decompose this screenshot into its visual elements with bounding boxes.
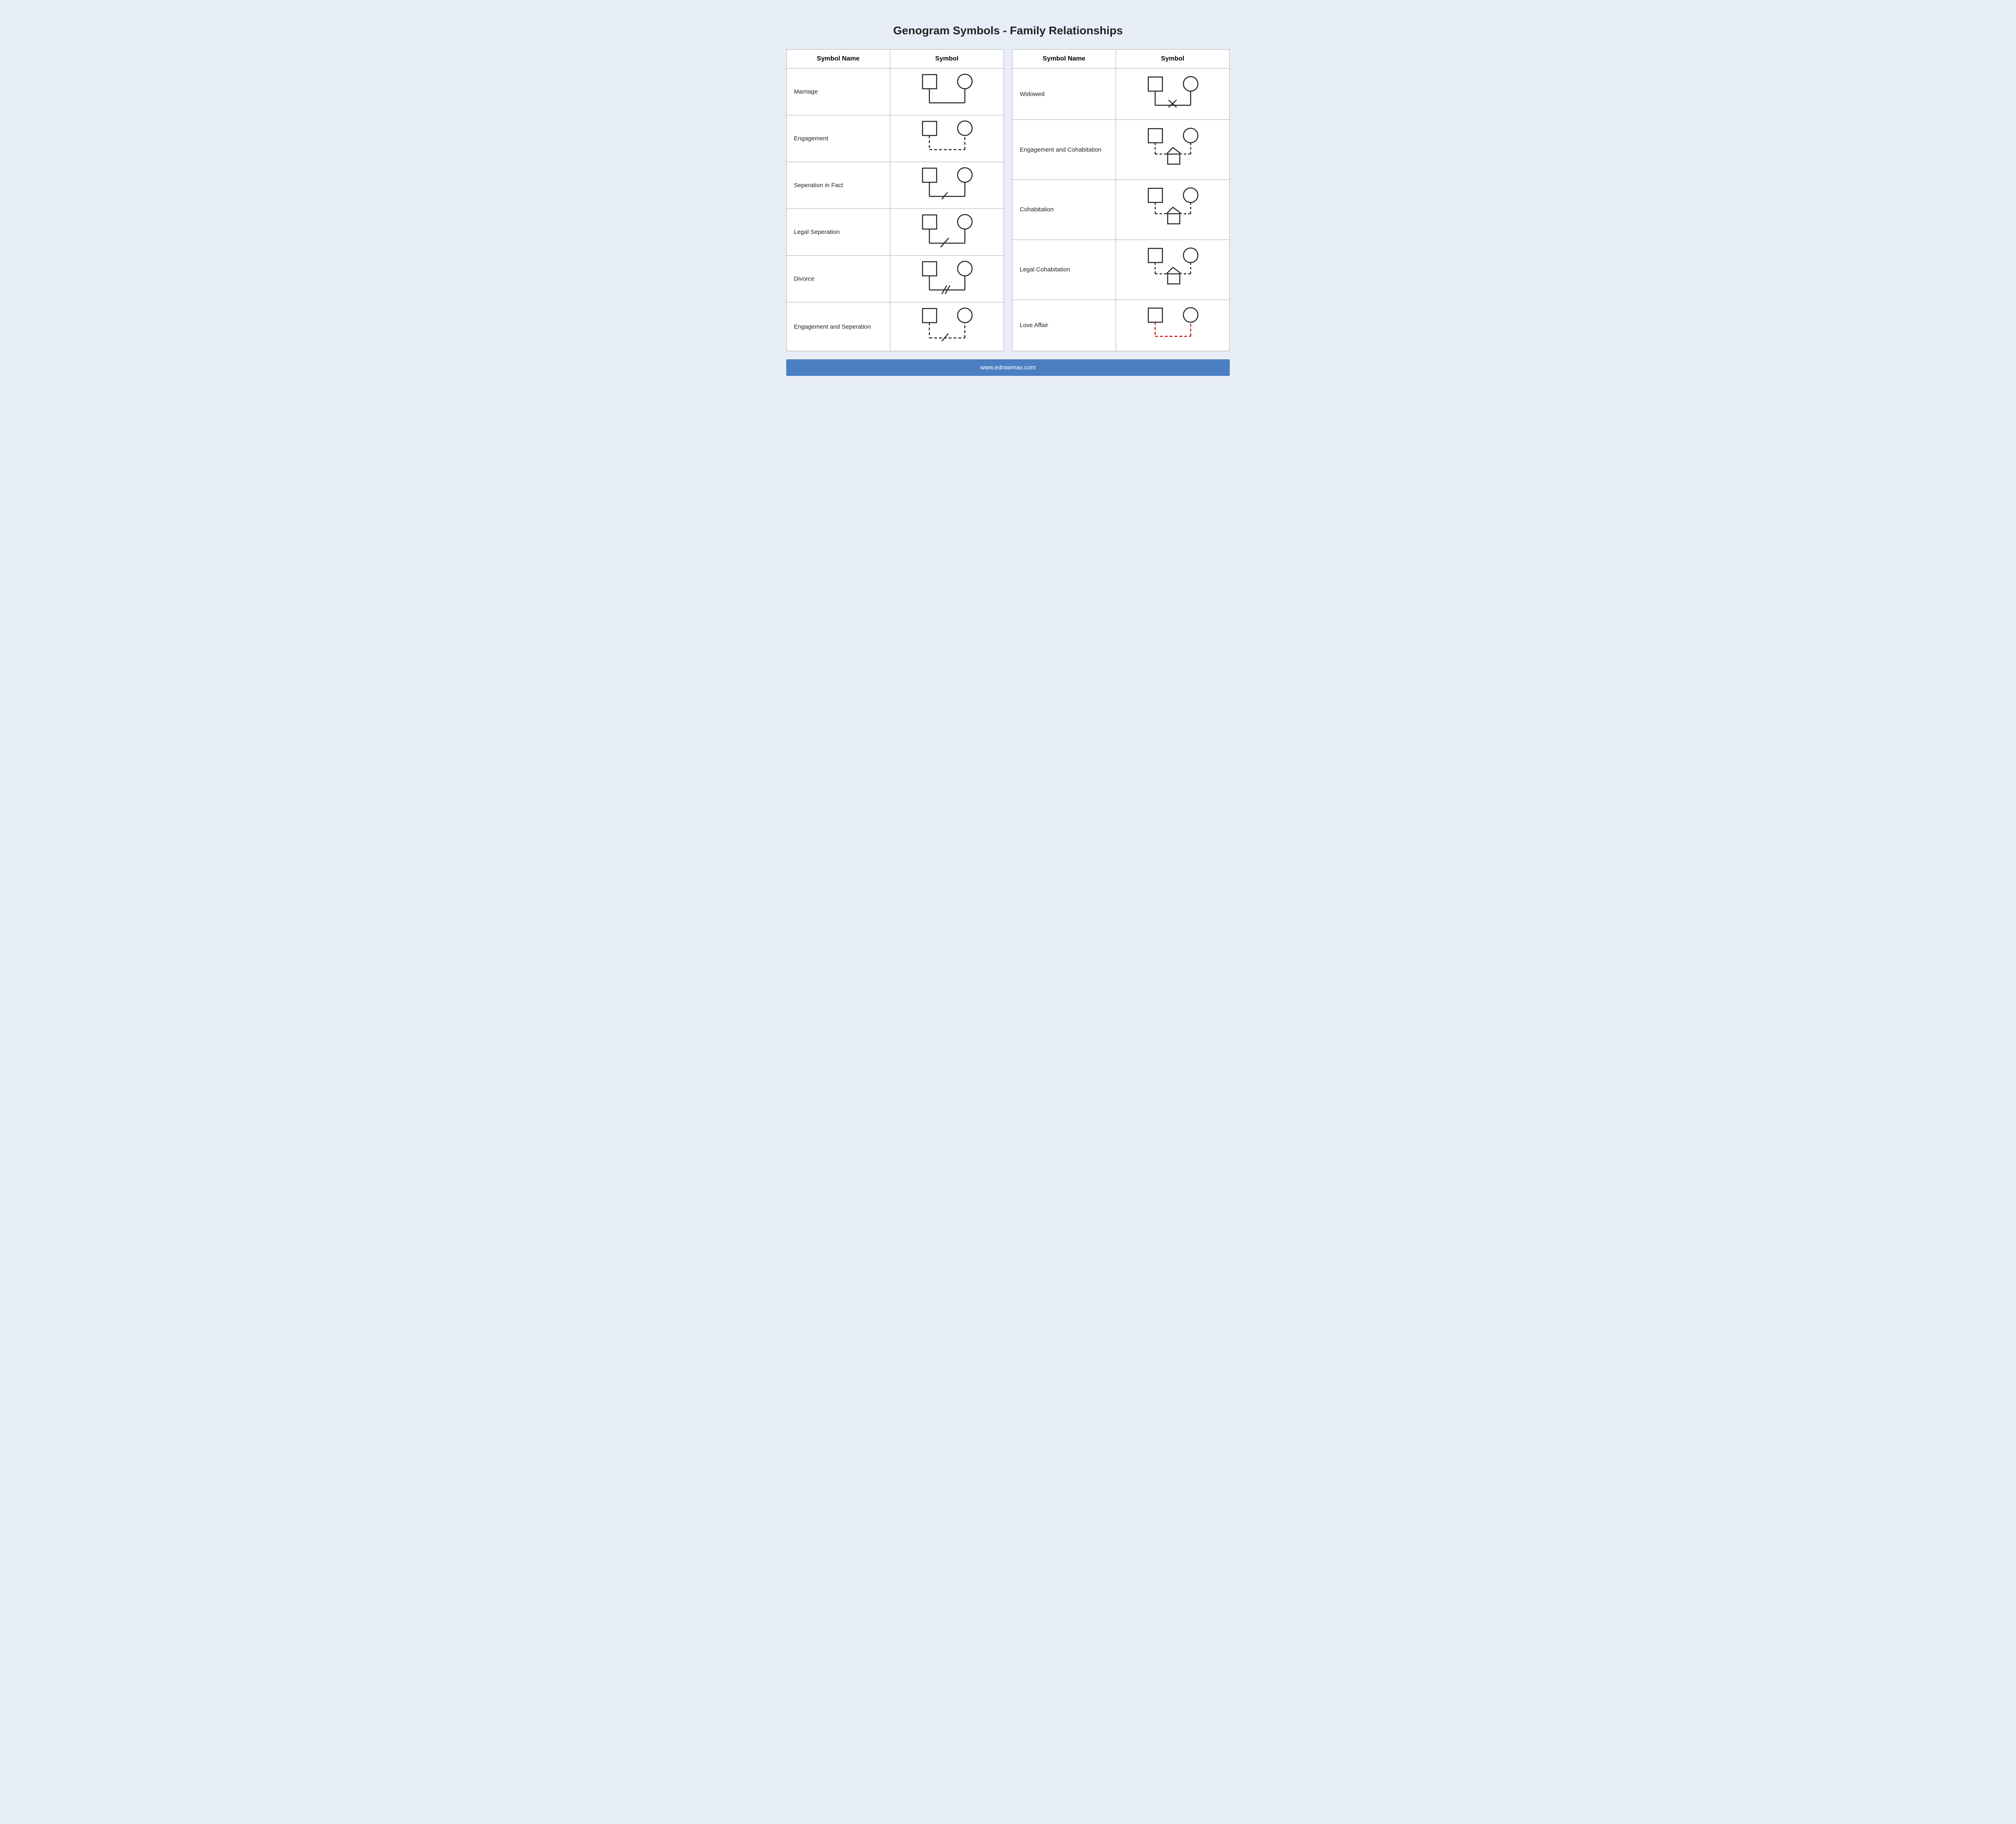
table-row: Marriage — [787, 69, 1004, 115]
separation-fact-symbol — [890, 162, 1004, 209]
engagement-symbol — [890, 115, 1004, 162]
page-title: Genogram Symbols - Family Relationships — [893, 24, 1123, 37]
widowed-symbol — [1116, 69, 1229, 120]
widowed-label: Widowed — [1012, 69, 1116, 120]
love-affair-label: Love Affair — [1012, 300, 1116, 351]
table-row: Seperation in Fact — [787, 162, 1004, 209]
table-row: Legal Cohabitation — [1012, 240, 1230, 300]
right-header-symbol: Symbol — [1116, 50, 1229, 69]
divorce-symbol — [890, 256, 1004, 302]
table-row: Engagement and Cohabitation — [1012, 120, 1230, 180]
left-header-symbol: Symbol — [890, 50, 1004, 69]
legal-separation-symbol — [890, 209, 1004, 256]
right-table: Symbol Name Symbol Widowed — [1012, 49, 1230, 351]
cohabitation-symbol — [1116, 180, 1229, 240]
marriage-symbol — [890, 69, 1004, 115]
table-row: Engagement — [787, 115, 1004, 162]
love-affair-symbol — [1116, 300, 1229, 351]
table-row: Love Affair — [1012, 300, 1230, 351]
right-header-symbol-name: Symbol Name — [1012, 50, 1116, 69]
legal-separation-label: Legal Seperation — [787, 209, 890, 256]
engagement-separation-label: Engagement and Seperation — [787, 302, 890, 351]
engagement-cohabitation-label: Engagement and Cohabitation — [1012, 120, 1116, 180]
tables-wrapper: Symbol Name Symbol Marriage — [786, 49, 1230, 351]
engagement-separation-symbol — [890, 302, 1004, 351]
marriage-label: Marriage — [787, 69, 890, 115]
table-row: Cohabitation — [1012, 180, 1230, 240]
engagement-cohabitation-symbol — [1116, 120, 1229, 180]
footer-text: www.edrawmax.com — [980, 364, 1036, 371]
engagement-label: Engagement — [787, 115, 890, 162]
divorce-label: Divorce — [787, 256, 890, 302]
footer-bar: www.edrawmax.com — [786, 359, 1230, 376]
table-row: Divorce — [787, 256, 1004, 302]
legal-cohabitation-label: Legal Cohabitation — [1012, 240, 1116, 300]
table-row: Engagement and Seperation — [787, 302, 1004, 351]
table-row: Legal Seperation — [787, 209, 1004, 256]
separation-fact-label: Seperation in Fact — [787, 162, 890, 209]
left-header-symbol-name: Symbol Name — [787, 50, 890, 69]
table-row: Widowed — [1012, 69, 1230, 120]
left-table: Symbol Name Symbol Marriage — [786, 49, 1004, 351]
cohabitation-label: Cohabitation — [1012, 180, 1116, 240]
legal-cohabitation-symbol — [1116, 240, 1229, 300]
